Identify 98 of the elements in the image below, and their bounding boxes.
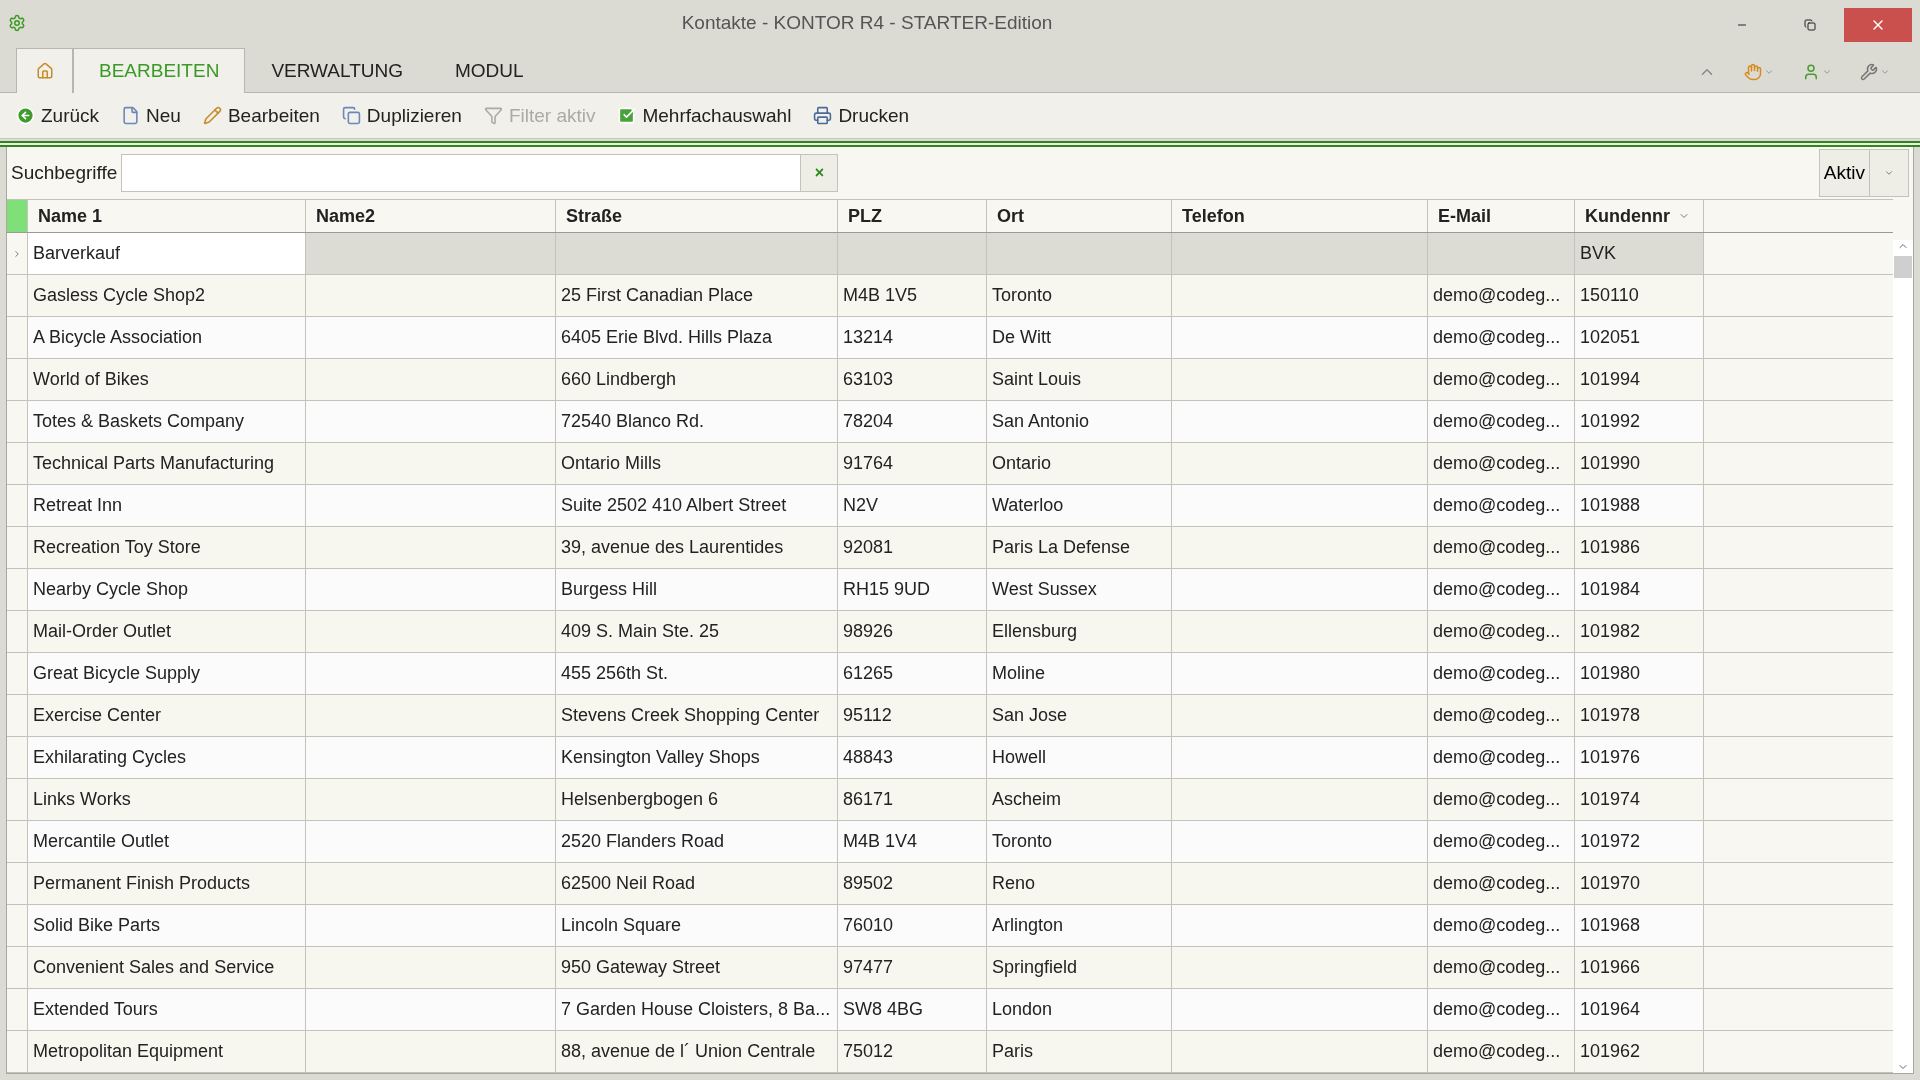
checkbox-icon bbox=[617, 106, 637, 125]
home-tab[interactable] bbox=[16, 48, 73, 93]
table-cell: demo@codeg... bbox=[1428, 653, 1575, 694]
column-header[interactable]: Ort bbox=[987, 200, 1172, 232]
caret-icon bbox=[1880, 67, 1890, 77]
table-cell: RH15 9UD bbox=[838, 569, 987, 610]
table-cell: Kensington Valley Shops bbox=[556, 737, 838, 778]
table-cell: Burgess Hill bbox=[556, 569, 838, 610]
column-header[interactable]: Telefon bbox=[1172, 200, 1428, 232]
search-field[interactable] bbox=[121, 154, 802, 192]
table-cell: 102051 bbox=[1575, 317, 1704, 358]
table-cell: West Sussex bbox=[987, 569, 1172, 610]
table-cell: 6405 Erie Blvd. Hills Plaza bbox=[556, 317, 838, 358]
wrench-icon bbox=[1860, 63, 1878, 81]
table-cell: 2520 Flanders Road bbox=[556, 821, 838, 862]
table-cell: Toronto bbox=[987, 821, 1172, 862]
table-cell: A Bicycle Association bbox=[28, 317, 306, 358]
table-cell: Extended Tours bbox=[28, 989, 306, 1030]
table-cell: London bbox=[987, 989, 1172, 1030]
table-cell: 48843 bbox=[838, 737, 987, 778]
filter-icon bbox=[483, 106, 503, 125]
table-cell: Barverkauf bbox=[28, 233, 306, 274]
table-cell: 7 Garden House Cloisters, 8 Ba... bbox=[556, 989, 838, 1030]
column-header[interactable]: Straße bbox=[556, 200, 838, 232]
table-cell: 101968 bbox=[1575, 905, 1704, 946]
column-header[interactable]: Name2 bbox=[306, 200, 556, 232]
table-cell: Great Bicycle Supply bbox=[28, 653, 306, 694]
table-cell: Howell bbox=[987, 737, 1172, 778]
table-cell: demo@codeg... bbox=[1428, 989, 1575, 1030]
table-cell: demo@codeg... bbox=[1428, 821, 1575, 862]
table-cell: Exhilarating Cycles bbox=[28, 737, 306, 778]
hand-icon bbox=[1744, 63, 1762, 81]
table-cell: De Witt bbox=[987, 317, 1172, 358]
table-cell: 101980 bbox=[1575, 653, 1704, 694]
toolbar-button[interactable]: Zurück bbox=[10, 100, 110, 131]
table-cell: Mercantile Outlet bbox=[28, 821, 306, 862]
pencil-icon bbox=[202, 106, 222, 125]
table-cell: Retreat Inn bbox=[28, 485, 306, 526]
table-cell: 101992 bbox=[1575, 401, 1704, 442]
table-cell: Moline bbox=[987, 653, 1172, 694]
close-button[interactable] bbox=[1844, 8, 1912, 42]
table-cell: 61265 bbox=[838, 653, 987, 694]
restore-icon bbox=[1804, 19, 1816, 31]
table-cell: 101972 bbox=[1575, 821, 1704, 862]
column-header[interactable]: Name 1 bbox=[28, 200, 306, 232]
user-icon bbox=[1802, 63, 1820, 81]
scroll-thumb[interactable] bbox=[1894, 256, 1912, 278]
status-dropdown[interactable]: Aktiv bbox=[1818, 149, 1909, 197]
toolbar-button[interactable]: Bearbeiten bbox=[196, 100, 330, 131]
table-cell: 101984 bbox=[1575, 569, 1704, 610]
toolbar-button[interactable]: Duplizieren bbox=[335, 100, 472, 131]
column-header[interactable]: Kundennr bbox=[1575, 200, 1704, 232]
table-cell: demo@codeg... bbox=[1428, 737, 1575, 778]
scrollbar[interactable] bbox=[1893, 240, 1913, 1073]
table-cell: San Antonio bbox=[987, 401, 1172, 442]
table-cell: Totes & Baskets Company bbox=[28, 401, 306, 442]
caret-icon bbox=[1822, 67, 1832, 77]
ribbon-tab[interactable]: VERWALTUNG bbox=[245, 48, 429, 93]
table-cell: demo@codeg... bbox=[1428, 569, 1575, 610]
toolbar-button[interactable]: Mehrfachauswahl bbox=[611, 100, 802, 131]
blank-page-icon bbox=[121, 106, 141, 125]
search-label: Suchbegriffe bbox=[11, 162, 118, 184]
table-cell: Waterloo bbox=[987, 485, 1172, 526]
table-cell: 76010 bbox=[838, 905, 987, 946]
table-cell: 455 256th St. bbox=[556, 653, 838, 694]
table-cell: demo@codeg... bbox=[1428, 905, 1575, 946]
column-header[interactable]: PLZ bbox=[838, 200, 987, 232]
caret-icon bbox=[1764, 67, 1774, 77]
table-cell: SW8 4BG bbox=[838, 989, 987, 1030]
table-cell: 13214 bbox=[838, 317, 987, 358]
toolbar-button[interactable]: Drucken bbox=[807, 100, 920, 131]
ribbon-tab[interactable]: MODUL bbox=[429, 48, 550, 93]
table-cell: N2V bbox=[838, 485, 987, 526]
current-row-icon bbox=[12, 248, 22, 259]
column-header[interactable]: E-Mail bbox=[1428, 200, 1575, 232]
table-cell: 101988 bbox=[1575, 485, 1704, 526]
caret-icon bbox=[1884, 168, 1894, 178]
gear-icon bbox=[8, 13, 26, 32]
table-cell: demo@codeg... bbox=[1428, 401, 1575, 442]
copy-icon bbox=[341, 106, 361, 125]
table-cell: 72540 Blanco Rd. bbox=[556, 401, 838, 442]
table-cell: M4B 1V4 bbox=[838, 821, 987, 862]
toolbar-button[interactable]: Neu bbox=[115, 100, 191, 131]
table-cell: Solid Bike Parts bbox=[28, 905, 306, 946]
table-cell: Nearby Cycle Shop bbox=[28, 569, 306, 610]
window-title: Kontakte - KONTOR R4 - STARTER-Edition bbox=[680, 11, 1054, 34]
table-cell: demo@codeg... bbox=[1428, 317, 1575, 358]
table-cell: demo@codeg... bbox=[1428, 485, 1575, 526]
table-cell: BVK bbox=[1575, 233, 1704, 274]
printer-icon bbox=[813, 106, 833, 125]
table-cell: 101964 bbox=[1575, 989, 1704, 1030]
clear-search-button[interactable]: × bbox=[800, 154, 839, 192]
table-cell: Suite 2502 410 Albert Street bbox=[556, 485, 838, 526]
home-icon bbox=[35, 62, 54, 80]
table-cell: Arlington bbox=[987, 905, 1172, 946]
table-cell: 101976 bbox=[1575, 737, 1704, 778]
table-cell: Lincoln Square bbox=[556, 905, 838, 946]
table-cell: 78204 bbox=[838, 401, 987, 442]
